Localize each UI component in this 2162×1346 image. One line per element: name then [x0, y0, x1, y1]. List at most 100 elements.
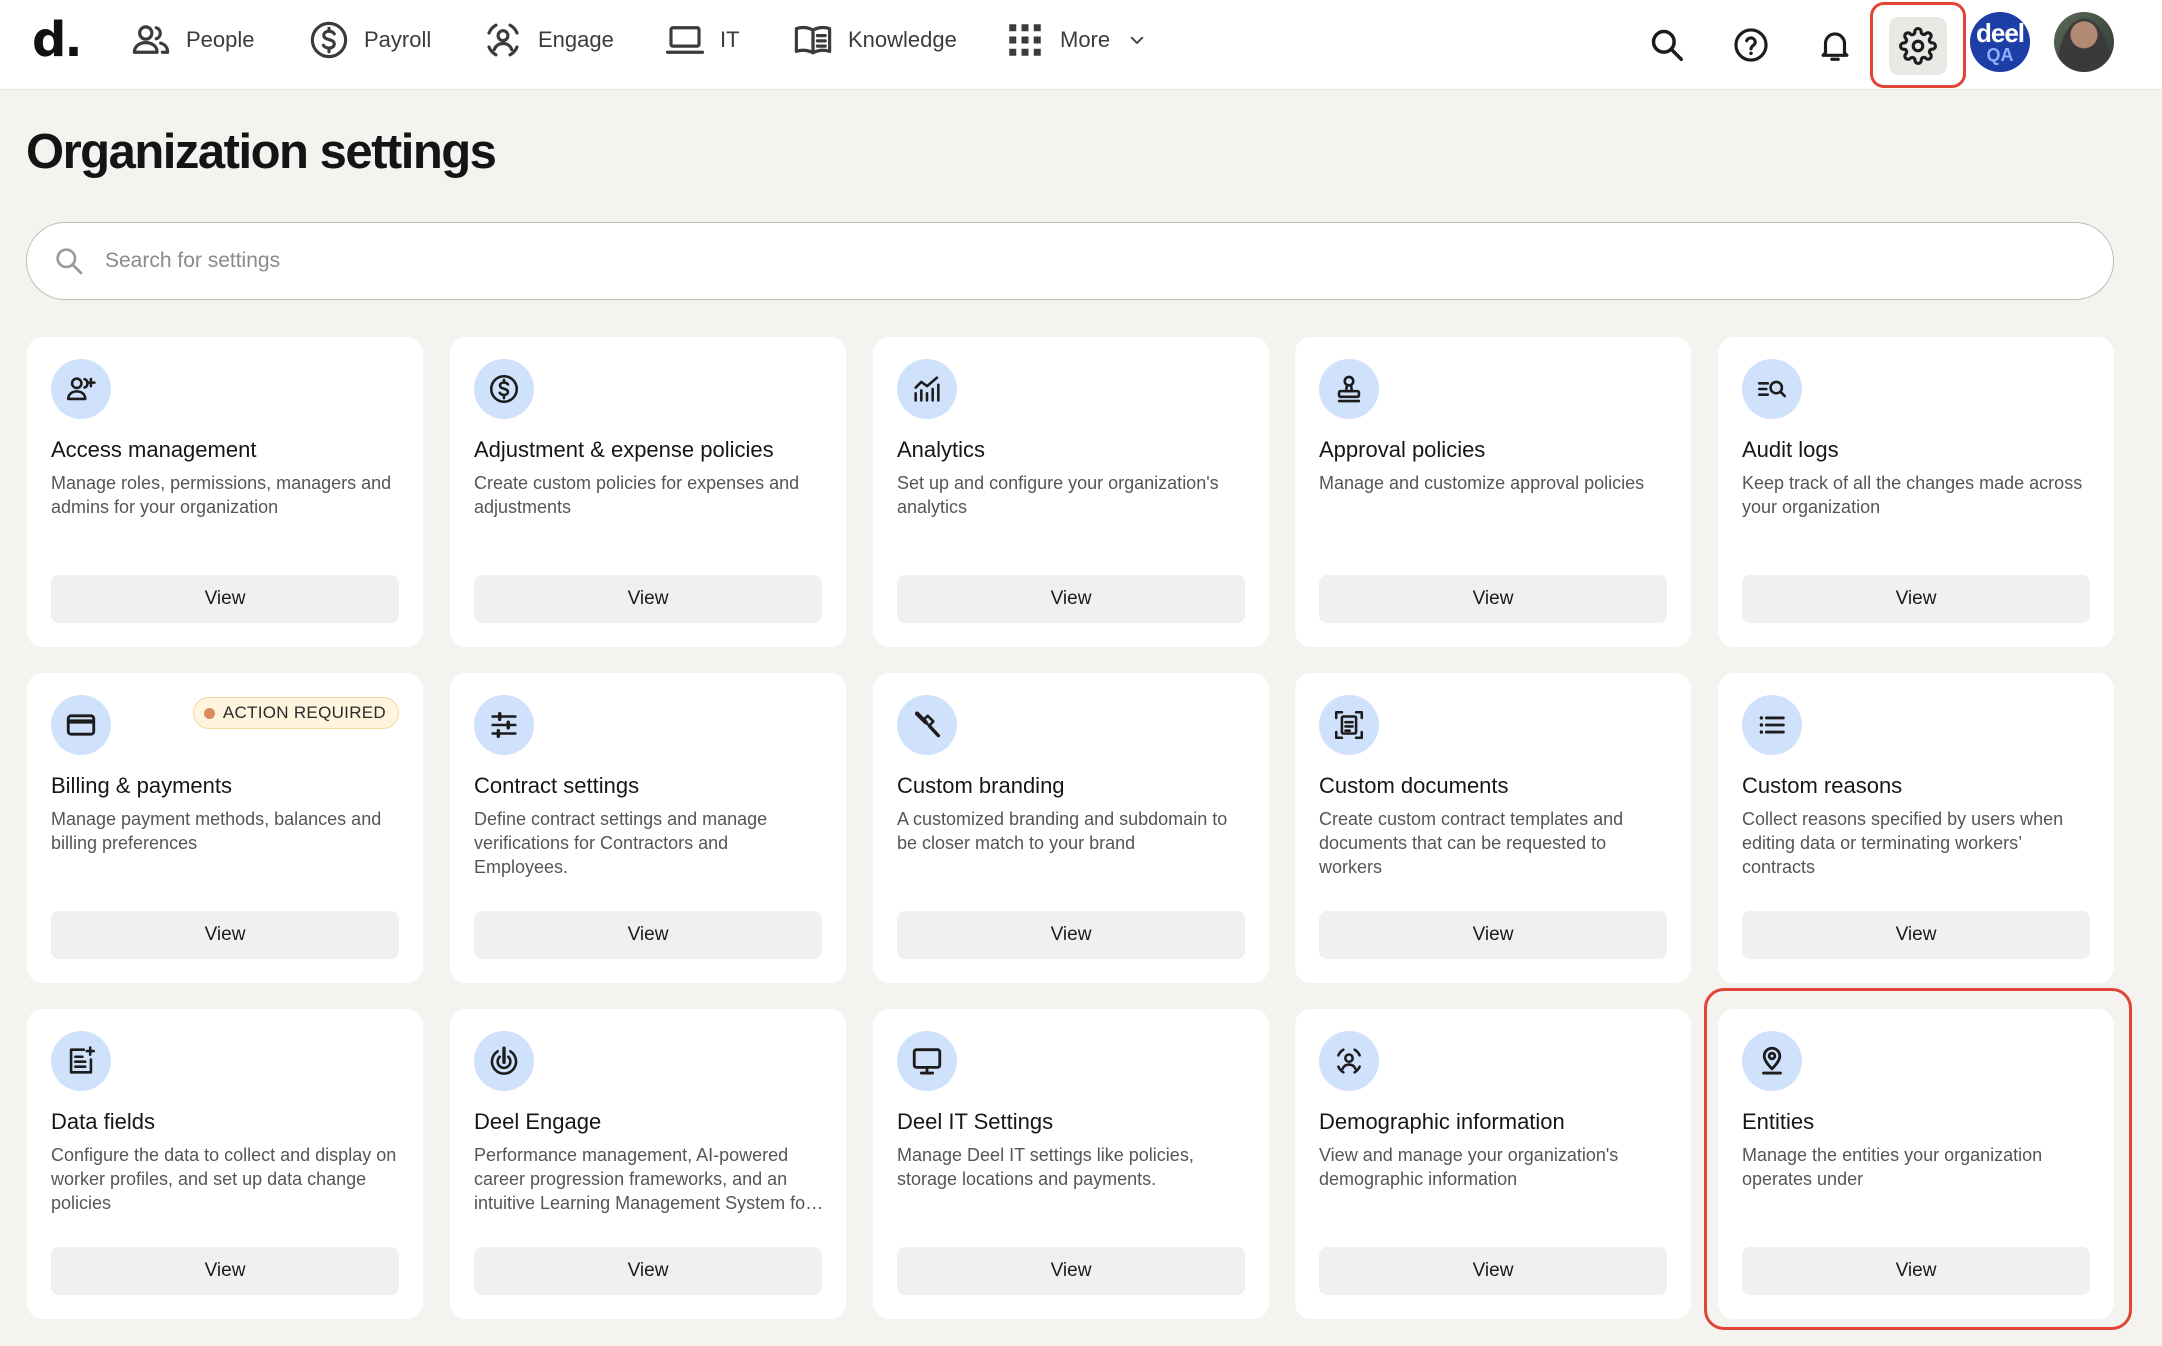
nav-payroll-label: Payroll	[364, 27, 432, 52]
gear-icon	[1899, 27, 1937, 65]
card-icon-wrapper	[474, 359, 534, 419]
form-add-icon	[69, 1046, 96, 1074]
nav-it[interactable]: IT	[664, 18, 740, 62]
status-dot	[203, 707, 215, 719]
view-button[interactable]: View	[1319, 1247, 1667, 1295]
view-button[interactable]: View	[51, 575, 399, 623]
org-avatar-text: deel	[1975, 18, 2025, 48]
sliders-icon	[491, 711, 517, 739]
nav-knowledge[interactable]: Knowledge	[792, 18, 957, 62]
nav-more[interactable]: More	[1004, 18, 1146, 62]
help-button[interactable]	[1722, 16, 1780, 74]
card-title: Deel IT Settings	[897, 1109, 1054, 1134]
card-demographic-information: Demographic information View and manage …	[1295, 1009, 1691, 1319]
card-icon-wrapper	[51, 359, 111, 419]
card-icon-wrapper	[1742, 1031, 1802, 1091]
nav-payroll[interactable]: Payroll	[308, 18, 431, 62]
monitor-icon	[912, 1048, 942, 1075]
view-button[interactable]: View	[1319, 575, 1667, 623]
engage-icon	[487, 23, 519, 57]
card-access-management: Access management Manage roles, permissi…	[27, 337, 423, 647]
nav-knowledge-label: Knowledge	[848, 27, 957, 52]
nav-more-label: More	[1060, 27, 1111, 52]
card-contract-settings: Contract settings Define contract settin…	[450, 673, 846, 983]
nav-engage[interactable]: Engage	[482, 18, 614, 62]
card-title: Analytics	[897, 437, 986, 462]
card-title: Custom documents	[1319, 773, 1509, 798]
card-icon-wrapper	[897, 1031, 957, 1091]
view-button[interactable]: View	[51, 1247, 399, 1295]
view-button[interactable]: View	[51, 911, 399, 959]
bell-icon	[1821, 32, 1849, 61]
card-title: Adjustment & expense policies	[474, 437, 774, 462]
search-bar[interactable]	[26, 222, 2114, 300]
card-adjustment-expense-policies: Adjustment & expense policies Create cus…	[450, 337, 846, 647]
user-add-icon	[66, 377, 96, 401]
card-icon-wrapper	[1319, 695, 1379, 755]
card-title: Data fields	[51, 1109, 155, 1134]
card-description: Keep track of all the changes made acros…	[1742, 473, 2083, 517]
view-button[interactable]: View	[1742, 1247, 2090, 1295]
card-custom-reasons: Custom reasons Collect reasons specified…	[1718, 673, 2114, 983]
card-description: View and manage your organization's demo…	[1319, 1145, 1619, 1189]
top-navigation-bar: d. People Payroll Engage IT Knowledge Mo…	[0, 0, 2162, 90]
location-pin-icon	[1762, 1046, 1782, 1075]
view-button[interactable]: View	[897, 911, 1245, 959]
laptop-icon	[665, 26, 705, 54]
user-avatar[interactable]	[2054, 12, 2114, 72]
grid-icon	[1009, 24, 1041, 56]
organization-avatar[interactable]: deel QA	[1970, 12, 2030, 72]
card-title: Custom reasons	[1742, 773, 1903, 798]
nav-engage-label: Engage	[538, 27, 614, 52]
card-description: Manage the entities your organization op…	[1742, 1145, 2043, 1189]
card-description: Collect reasons specified by users when …	[1742, 809, 2064, 877]
analytics-icon	[914, 376, 940, 402]
card-description: Define contract settings and manage veri…	[474, 809, 768, 877]
card-data-fields: Data fields Configure the data to collec…	[27, 1009, 423, 1319]
view-button[interactable]: View	[1742, 575, 2090, 623]
view-button[interactable]: View	[1319, 911, 1667, 959]
card-title: Custom branding	[897, 773, 1065, 798]
notifications-button[interactable]	[1806, 16, 1864, 74]
nav-people[interactable]: People	[130, 18, 255, 62]
card-description: Manage Deel IT settings like policies, s…	[897, 1145, 1194, 1189]
card-icon-wrapper	[51, 1031, 111, 1091]
card-custom-branding: Custom branding A customized branding an…	[873, 673, 1269, 983]
search-button[interactable]	[1638, 16, 1696, 74]
card-icon-wrapper	[897, 359, 957, 419]
view-button[interactable]: View	[897, 575, 1245, 623]
card-title: Access management	[51, 437, 257, 462]
view-button[interactable]: View	[474, 575, 822, 623]
view-button[interactable]: View	[1742, 911, 2090, 959]
card-deel-it-settings: Deel IT Settings Manage Deel IT settings…	[873, 1009, 1269, 1319]
view-button[interactable]: View	[474, 1247, 822, 1295]
search-input[interactable]	[105, 249, 2005, 273]
brush-icon	[914, 711, 941, 738]
view-button[interactable]: View	[897, 1247, 1245, 1295]
card-title: Entities	[1742, 1109, 1815, 1134]
help-icon	[1734, 28, 1768, 62]
card-icon-wrapper	[897, 695, 957, 755]
card-icon-wrapper	[1742, 359, 1802, 419]
list-icon	[1759, 716, 1785, 734]
card-icon-wrapper	[1319, 359, 1379, 419]
dollar-circle-icon	[489, 374, 519, 404]
card-title: Contract settings	[474, 773, 640, 798]
card-icon-wrapper	[474, 1031, 534, 1091]
nav-people-label: People	[186, 27, 255, 52]
card-description: Create custom contract templates and doc…	[1319, 809, 1624, 877]
card-title: Approval policies	[1319, 437, 1486, 462]
card-icon-wrapper	[1742, 695, 1802, 755]
log-search-icon	[1757, 380, 1787, 398]
chevron-down-icon	[1130, 36, 1144, 44]
search-icon	[1651, 29, 1683, 61]
people-icon	[132, 25, 170, 54]
card-title: Deel Engage	[474, 1109, 602, 1134]
settings-button[interactable]	[1889, 17, 1947, 75]
card-approval-policies: Approval policies Manage and customize a…	[1295, 337, 1691, 647]
deel-logo[interactable]: d.	[32, 12, 83, 68]
view-button[interactable]: View	[474, 911, 822, 959]
card-description: Set up and configure your organization's…	[897, 473, 1219, 517]
credit-card-icon	[66, 714, 96, 736]
card-deel-engage: Deel Engage Performance management, AI-p…	[450, 1009, 846, 1319]
